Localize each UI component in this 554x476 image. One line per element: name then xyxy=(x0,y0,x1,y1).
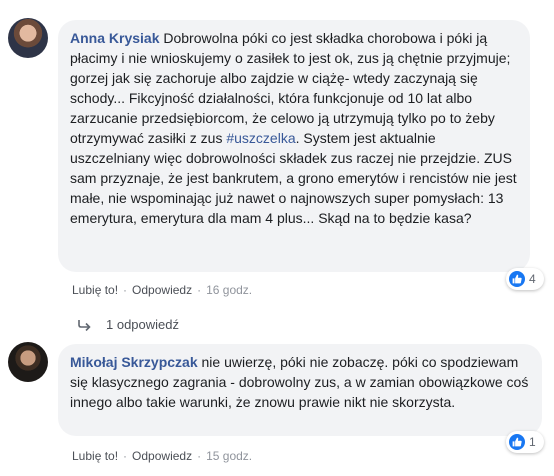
comment-author[interactable]: Mikołaj Skrzypczak xyxy=(70,354,198,370)
like-button[interactable]: Lubię to! xyxy=(72,449,118,463)
avatar[interactable] xyxy=(8,18,48,58)
replies-count-label: 1 odpowiedź xyxy=(106,317,179,332)
reaction-count: 1 xyxy=(529,435,536,449)
comment-text: Dobrowolna póki co jest składka chorobow… xyxy=(70,30,511,146)
hashtag-link[interactable]: #uszczelka xyxy=(226,130,295,146)
comment-bubble: Mikołaj Skrzypczak nie uwierzę, póki nie… xyxy=(58,344,542,436)
view-replies-link[interactable]: 1 odpowiedź xyxy=(78,317,179,332)
timestamp[interactable]: 16 godz. xyxy=(206,283,252,297)
separator: · xyxy=(123,283,128,297)
separator: · xyxy=(123,449,128,463)
thumbs-up-icon xyxy=(509,434,525,450)
comment-author[interactable]: Anna Krysiak xyxy=(70,30,159,46)
separator: · xyxy=(197,449,202,463)
reaction-count: 4 xyxy=(529,272,536,286)
reaction-summary[interactable]: 1 xyxy=(506,431,544,453)
like-button[interactable]: Lubię to! xyxy=(72,283,118,297)
comment-actions: Lubię to! · Odpowiedz · 16 godz. xyxy=(72,283,252,297)
reply-button[interactable]: Odpowiedz xyxy=(132,283,192,297)
reply-button[interactable]: Odpowiedz xyxy=(132,449,192,463)
comment-actions: Lubię to! · Odpowiedz · 15 godz. xyxy=(72,449,252,463)
reaction-summary[interactable]: 4 xyxy=(506,268,544,290)
comment-bubble: Anna Krysiak Dobrowolna póki co jest skł… xyxy=(58,20,530,272)
avatar[interactable] xyxy=(8,342,48,382)
timestamp[interactable]: 15 godz. xyxy=(206,449,252,463)
separator: · xyxy=(197,283,202,297)
thumbs-up-icon xyxy=(509,271,525,287)
reply-arrow-icon xyxy=(78,319,92,331)
